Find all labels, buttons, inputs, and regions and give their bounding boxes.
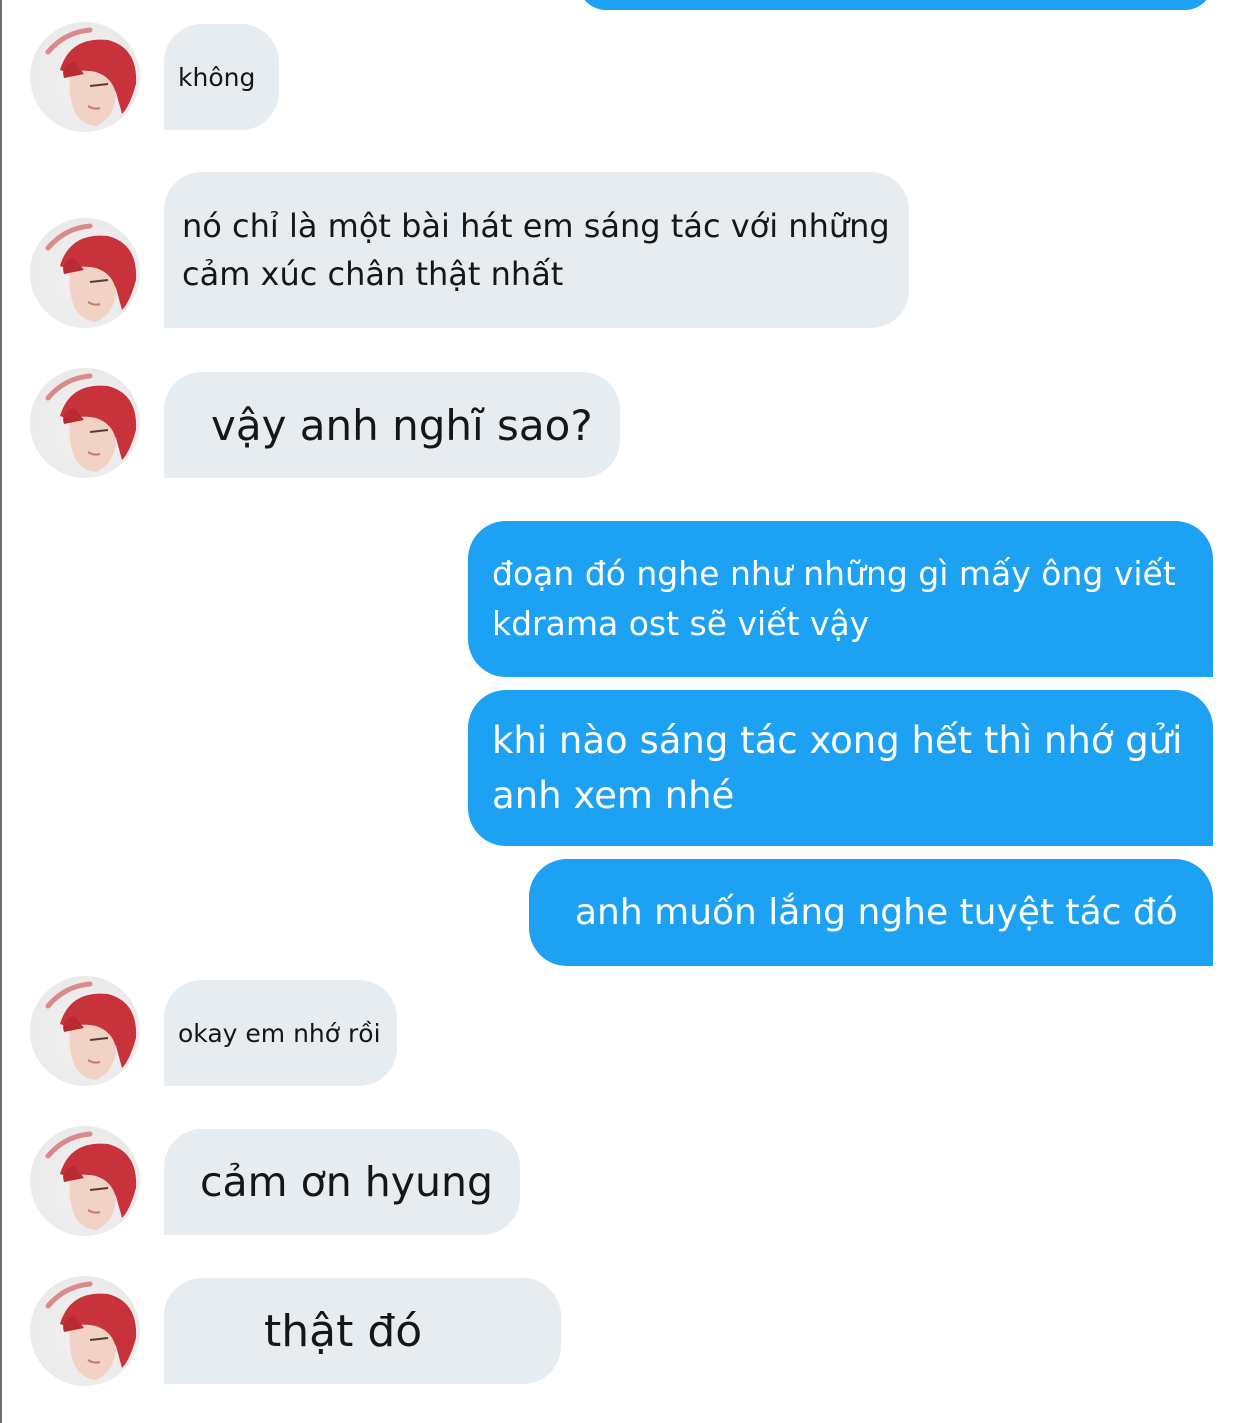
contact-photo-icon (45, 223, 137, 322)
window-left-edge (0, 0, 2, 1423)
contact-photo-icon (45, 1131, 137, 1230)
message-text: nó chỉ là một bài hát em sáng tác với nh… (182, 207, 890, 293)
incoming-message-bubble[interactable]: thật đó (164, 1278, 561, 1384)
outgoing-message-bubble[interactable]: anh muốn lắng nghe tuyệt tác đó (529, 859, 1213, 966)
message-text: vậy anh nghĩ sao? (211, 400, 593, 450)
message-text: khi nào sáng tác xong hết thì nhớ gửi an… (492, 719, 1183, 817)
contact-avatar[interactable] (30, 976, 140, 1086)
incoming-message-bubble[interactable]: okay em nhớ rồi (164, 980, 397, 1086)
message-text: thật đó (264, 1305, 423, 1357)
message-text: không (178, 62, 256, 92)
message-text: đoạn đó nghe như những gì mấy ông viết k… (492, 554, 1176, 643)
contact-avatar[interactable] (30, 368, 140, 478)
contact-avatar[interactable] (30, 1126, 140, 1236)
contact-photo-icon (45, 27, 137, 126)
message-text: okay em nhớ rồi (178, 1018, 381, 1048)
contact-avatar[interactable] (30, 218, 140, 328)
outgoing-message-bubble[interactable]: khi nào sáng tác xong hết thì nhớ gửi an… (468, 690, 1213, 846)
incoming-message-bubble[interactable]: cảm ơn hyung (164, 1129, 520, 1235)
outgoing-message-bubble[interactable]: đoạn đó nghe như những gì mấy ông viết k… (468, 521, 1213, 677)
previous-outgoing-bubble (578, 0, 1213, 10)
incoming-message-bubble[interactable]: không (164, 24, 279, 130)
contact-avatar[interactable] (30, 1276, 140, 1386)
message-text: anh muốn lắng nghe tuyệt tác đó (575, 892, 1178, 933)
contact-photo-icon (45, 373, 137, 472)
message-text: cảm ơn hyung (200, 1158, 493, 1206)
contact-avatar[interactable] (30, 22, 140, 132)
incoming-message-bubble[interactable]: nó chỉ là một bài hát em sáng tác với nh… (164, 172, 909, 328)
incoming-message-bubble[interactable]: vậy anh nghĩ sao? (164, 372, 620, 478)
contact-photo-icon (45, 981, 137, 1080)
contact-photo-icon (45, 1281, 137, 1380)
